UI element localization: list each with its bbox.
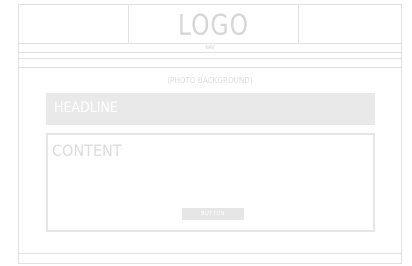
footer-divider (18, 253, 402, 254)
headline-bar: HEADLINE (46, 93, 375, 125)
headline-text: HEADLINE (54, 100, 118, 116)
site-header: LOGO (18, 4, 402, 44)
sub-header-band (18, 58, 402, 68)
content-title: CONTENT (52, 141, 122, 160)
nav-label[interactable]: NAV (19, 45, 401, 51)
content-button[interactable]: BUTTON (182, 208, 244, 220)
header-left-box (19, 5, 129, 43)
logo[interactable]: LOGO (129, 10, 298, 43)
photo-background-label: (PHOTO BACKGROUND) (167, 76, 253, 85)
content-panel: CONTENT BUTTON (46, 133, 375, 232)
nav-bar[interactable]: NAV (18, 44, 402, 53)
header-logo-box[interactable]: LOGO (129, 5, 299, 43)
